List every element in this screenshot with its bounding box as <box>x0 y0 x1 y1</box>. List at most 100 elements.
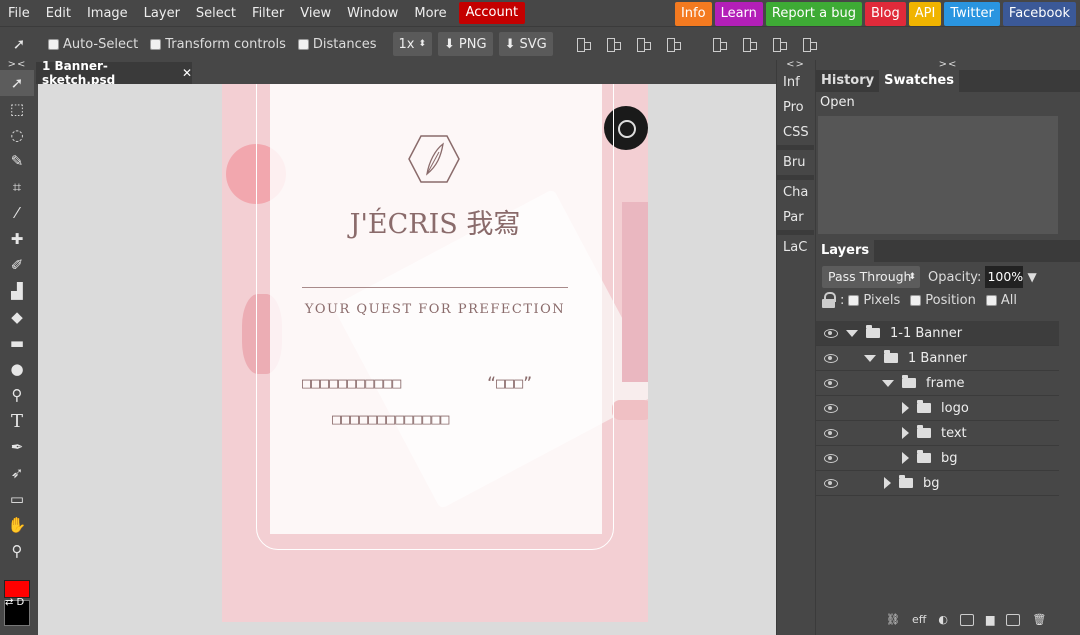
history-list[interactable] <box>818 116 1058 234</box>
paragraph-panel-tab[interactable]: Par <box>777 205 814 230</box>
eye-icon[interactable] <box>824 453 838 463</box>
layer-row[interactable]: 1-1 Banner <box>816 321 1059 346</box>
menu-edit[interactable]: Edit <box>38 0 79 27</box>
menu-layer[interactable]: Layer <box>136 0 188 27</box>
learn-button[interactable]: Learn <box>714 2 763 26</box>
menu-window[interactable]: Window <box>339 0 406 27</box>
gradient-tool-icon[interactable]: ▬ <box>0 330 34 356</box>
brush-panel-tab[interactable]: Bru <box>777 150 814 175</box>
marquee-tool-icon[interactable]: ⬚ <box>0 96 34 122</box>
zoom-tool-icon[interactable]: ⚲ <box>0 538 34 564</box>
eye-icon[interactable] <box>824 378 838 388</box>
collapse-toggle-icon[interactable]: <> <box>777 60 814 70</box>
text-tool-icon[interactable]: T <box>0 408 34 434</box>
lock-position-checkbox[interactable] <box>910 294 922 306</box>
info-panel-tab[interactable]: Inf <box>777 70 814 95</box>
move-tool-icon[interactable]: ➚ <box>0 70 34 96</box>
layer-row[interactable]: frame <box>816 371 1059 396</box>
blend-mode-select[interactable]: Pass Through ⬍ <box>822 266 920 288</box>
align-bottom-icon[interactable] <box>771 36 787 52</box>
distances-checkbox[interactable] <box>297 38 309 50</box>
lasso-tool-icon[interactable]: ◌ <box>0 122 34 148</box>
new-layer-icon[interactable] <box>1006 613 1021 626</box>
brush-tool-icon[interactable]: ✐ <box>0 252 34 278</box>
layer-row[interactable]: bg <box>816 471 1059 496</box>
chevron-down-icon[interactable]: ▼ <box>1027 270 1036 284</box>
mask-icon[interactable] <box>959 613 974 626</box>
shape-tool-icon[interactable]: ▭ <box>0 486 34 512</box>
align-center-h-icon[interactable] <box>605 36 621 52</box>
eraser-tool-icon[interactable]: ◆ <box>0 304 34 330</box>
crop-tool-icon[interactable]: ⌗ <box>0 174 34 200</box>
transform-controls-option[interactable]: Transform controls <box>150 37 286 52</box>
twitter-button[interactable]: Twitter <box>944 2 1000 26</box>
blog-button[interactable]: Blog <box>865 2 906 26</box>
eye-icon[interactable] <box>824 478 838 488</box>
menu-view[interactable]: View <box>292 0 339 27</box>
chevron-down-icon[interactable] <box>864 354 876 362</box>
trash-icon[interactable]: 🗑 <box>1032 613 1046 626</box>
layer-row[interactable]: bg <box>816 446 1059 471</box>
hand-tool-icon[interactable]: ✋ <box>0 512 34 538</box>
collapse-toggle-icon[interactable]: >< <box>0 60 34 70</box>
layer-comps-panel-tab[interactable]: LaC <box>777 235 814 260</box>
dodge-tool-icon[interactable]: ⚲ <box>0 382 34 408</box>
close-icon[interactable]: ✕ <box>182 66 192 80</box>
history-item[interactable]: Open <box>816 92 1080 114</box>
document-tab[interactable]: 1 Banner-sketch.psd ✕ <box>36 59 192 87</box>
tab-swatches[interactable]: Swatches <box>879 70 959 92</box>
eyedropper-tool-icon[interactable]: ⁄ <box>0 200 34 226</box>
chevron-down-icon[interactable] <box>882 379 894 387</box>
align-center-v-icon[interactable] <box>741 36 757 52</box>
menu-file[interactable]: File <box>0 0 38 27</box>
align-right-icon[interactable] <box>635 36 651 52</box>
foreground-color-swatch[interactable] <box>4 580 30 598</box>
distribute-v-icon[interactable] <box>801 36 817 52</box>
character-panel-tab[interactable]: Cha <box>777 180 814 205</box>
swap-colors-icon[interactable]: ⇄ D <box>5 597 24 608</box>
zoom-select[interactable]: 1x ⬍ <box>392 32 433 56</box>
chevron-right-icon[interactable] <box>902 402 909 414</box>
layer-row[interactable]: logo <box>816 396 1059 421</box>
stamp-tool-icon[interactable]: ▟ <box>0 278 34 304</box>
magic-wand-tool-icon[interactable]: ✎ <box>0 148 34 174</box>
link-icon[interactable]: ⛓ <box>886 613 900 626</box>
api-button[interactable]: API <box>908 2 942 26</box>
healing-tool-icon[interactable]: ✚ <box>0 226 34 252</box>
menu-account[interactable]: Account <box>458 2 526 24</box>
transform-controls-checkbox[interactable] <box>150 38 162 50</box>
move-tool-icon[interactable]: ➚ <box>2 31 36 57</box>
opacity-input[interactable]: 100% <box>985 266 1024 288</box>
facebook-button[interactable]: Facebook <box>1002 2 1076 26</box>
chevron-down-icon[interactable] <box>846 329 858 337</box>
align-top-icon[interactable] <box>711 36 727 52</box>
auto-select-option[interactable]: Auto-Select <box>48 37 138 52</box>
eye-icon[interactable] <box>824 403 838 413</box>
menu-more[interactable]: More <box>406 0 454 27</box>
lock-all-checkbox[interactable] <box>985 294 997 306</box>
layer-row[interactable]: 1 Banner <box>816 346 1059 371</box>
export-png-button[interactable]: ⬇ PNG <box>438 32 493 56</box>
report-bug-button[interactable]: Report a bug <box>765 2 862 26</box>
menu-select[interactable]: Select <box>188 0 244 27</box>
chevron-right-icon[interactable] <box>884 477 891 489</box>
effects-button[interactable]: eff <box>912 613 926 626</box>
tab-history[interactable]: History <box>816 70 879 92</box>
eye-icon[interactable] <box>824 353 838 363</box>
lock-pixels-checkbox[interactable] <box>848 294 860 306</box>
distribute-h-icon[interactable] <box>665 36 681 52</box>
adjustment-icon[interactable]: ◐ <box>938 613 948 626</box>
new-folder-icon[interactable]: ▆ <box>986 613 994 626</box>
eye-icon[interactable] <box>824 328 838 338</box>
menu-image[interactable]: Image <box>79 0 136 27</box>
chevron-right-icon[interactable] <box>902 452 909 464</box>
tab-layers[interactable]: Layers <box>816 240 875 262</box>
distances-option[interactable]: Distances <box>297 37 377 52</box>
canvas-area[interactable]: J'ÉCRIS 我寫 YOUR QUEST FOR PREFECTION □□□… <box>38 84 776 635</box>
layer-row[interactable]: text <box>816 421 1059 446</box>
export-svg-button[interactable]: ⬇ SVG <box>498 32 553 56</box>
auto-select-checkbox[interactable] <box>48 38 59 50</box>
eye-icon[interactable] <box>824 428 838 438</box>
menu-filter[interactable]: Filter <box>244 0 292 27</box>
chevron-right-icon[interactable] <box>902 427 909 439</box>
